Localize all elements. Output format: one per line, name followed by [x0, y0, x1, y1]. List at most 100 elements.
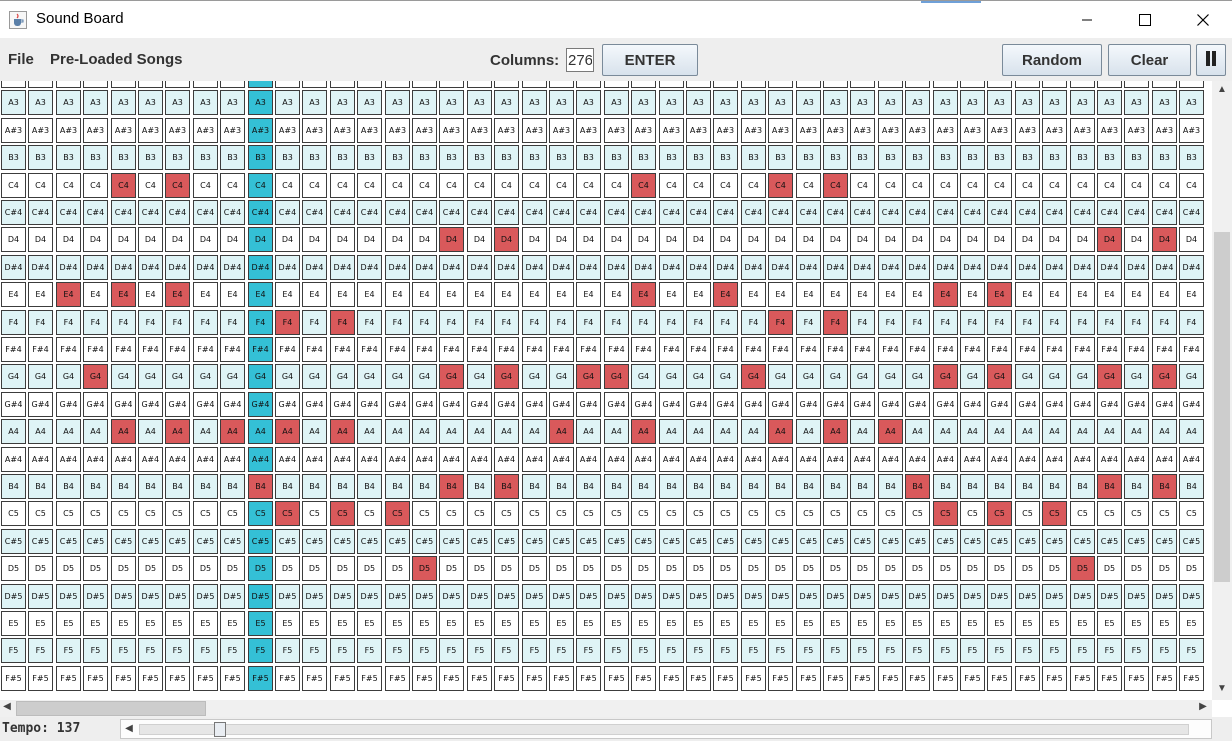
note-cell-asharp3-col-22[interactable]: A#3	[604, 118, 629, 143]
note-cell-asharp4-col-7[interactable]: A#4	[193, 447, 218, 472]
note-cell-dsharp5-col-11[interactable]: D#5	[302, 584, 327, 609]
note-cell-asharp3-col-25[interactable]: A#3	[686, 118, 711, 143]
note-cell-csharp5-col-20[interactable]: C#5	[549, 529, 574, 554]
scroll-down-arrow-icon[interactable]: ▼	[1212, 683, 1232, 694]
note-cell-c5-col-14[interactable]: C5	[385, 501, 410, 526]
note-cell-a3-col-4[interactable]: A3	[111, 90, 136, 115]
note-cell-fsharp5-col-31[interactable]: F#5	[850, 666, 875, 691]
note-cell-csharp4-col-8[interactable]: C#4	[220, 200, 245, 225]
note-cell-d4-col-39[interactable]: D4	[1070, 227, 1095, 252]
note-cell-d4-col-35[interactable]: D4	[960, 227, 985, 252]
note-cell-f5-col-14[interactable]: F5	[385, 638, 410, 663]
note-cell-dsharp5-col-8[interactable]: D#5	[220, 584, 245, 609]
note-cell-f5-col-36[interactable]: F5	[987, 638, 1012, 663]
note-cell-fsharp4-col-5[interactable]: F#4	[138, 337, 163, 362]
note-cell-dsharp4-col-36[interactable]: D#4	[987, 255, 1012, 280]
note-cell-csharp5-col-12[interactable]: C#5	[330, 529, 355, 554]
note-cell-asharp4-col-3[interactable]: A#4	[83, 447, 108, 472]
note-cell-asharp3-col-7[interactable]: A#3	[193, 118, 218, 143]
note-cell-b3-col-25[interactable]: B3	[686, 145, 711, 170]
note-cell-dsharp5-col-23[interactable]: D#5	[631, 584, 656, 609]
note-cell-g4-col-6[interactable]: G4	[165, 364, 190, 389]
note-cell-asharp3-col-4[interactable]: A#3	[111, 118, 136, 143]
note-cell-gsharp4-col-0[interactable]: G#4	[1, 392, 26, 417]
note-cell-b3-col-20[interactable]: B3	[549, 145, 574, 170]
note-cell-f4-col-36[interactable]: F4	[987, 310, 1012, 335]
note-cell-asharp4-col-22[interactable]: A#4	[604, 447, 629, 472]
note-cell-dsharp4-col-3[interactable]: D#4	[83, 255, 108, 280]
note-cell-c4-col-33[interactable]: C4	[905, 173, 930, 198]
note-cell-g4-col-27[interactable]: G4	[741, 364, 766, 389]
note-cell-b3-col-0[interactable]: B3	[1, 145, 26, 170]
note-cell-d5-col-20[interactable]: D5	[549, 556, 574, 581]
note-cell-e5-col-27[interactable]: E5	[741, 611, 766, 636]
note-cell-b4-col-6[interactable]: B4	[165, 474, 190, 499]
note-cell-b4-col-41[interactable]: B4	[1124, 474, 1149, 499]
note-cell-dsharp5-col-38[interactable]: D#5	[1042, 584, 1067, 609]
note-cell-b3-col-2[interactable]: B3	[56, 145, 81, 170]
note-cell-b3-col-26[interactable]: B3	[713, 145, 738, 170]
note-cell-d5-col-14[interactable]: D5	[385, 556, 410, 581]
note-cell-f4-col-31[interactable]: F4	[850, 310, 875, 335]
note-cell-csharp4-col-35[interactable]: C#4	[960, 200, 985, 225]
note-cell-fsharp4-col-10[interactable]: F#4	[275, 337, 300, 362]
note-cell-fsharp5-col-38[interactable]: F#5	[1042, 666, 1067, 691]
note-cell-fsharp4-col-29[interactable]: F#4	[796, 337, 821, 362]
note-cell-c5-col-1[interactable]: C5	[28, 501, 53, 526]
note-cell-dsharp5-col-24[interactable]: D#5	[659, 584, 684, 609]
note-cell-b3-col-15[interactable]: B3	[412, 145, 437, 170]
note-cell-csharp4-col-6[interactable]: C#4	[165, 200, 190, 225]
note-cell-fsharp4-col-42[interactable]: F#4	[1152, 337, 1177, 362]
note-cell-fsharp5-col-13[interactable]: F#5	[357, 666, 382, 691]
note-cell-fsharp5-col-1[interactable]: F#5	[28, 666, 53, 691]
note-cell-gsharp3-col-19[interactable]: G#3	[522, 81, 547, 88]
note-cell-dsharp5-col-12[interactable]: D#5	[330, 584, 355, 609]
note-cell-csharp4-col-17[interactable]: C#4	[467, 200, 492, 225]
note-cell-asharp4-col-20[interactable]: A#4	[549, 447, 574, 472]
note-cell-c4-col-30[interactable]: C4	[823, 173, 848, 198]
note-cell-gsharp3-col-22[interactable]: G#3	[604, 81, 629, 88]
note-cell-fsharp5-col-8[interactable]: F#5	[220, 666, 245, 691]
note-cell-fsharp5-col-21[interactable]: F#5	[576, 666, 601, 691]
note-cell-asharp4-col-1[interactable]: A#4	[28, 447, 53, 472]
note-cell-a3-col-16[interactable]: A3	[439, 90, 464, 115]
note-cell-gsharp3-col-29[interactable]: G#3	[796, 81, 821, 88]
note-cell-f5-col-26[interactable]: F5	[713, 638, 738, 663]
note-cell-b3-col-4[interactable]: B3	[111, 145, 136, 170]
note-cell-c5-col-17[interactable]: C5	[467, 501, 492, 526]
note-cell-d4-col-9[interactable]: D4	[248, 227, 273, 252]
note-cell-fsharp4-col-26[interactable]: F#4	[713, 337, 738, 362]
note-cell-asharp3-col-10[interactable]: A#3	[275, 118, 300, 143]
note-cell-gsharp4-col-35[interactable]: G#4	[960, 392, 985, 417]
note-cell-asharp3-col-30[interactable]: A#3	[823, 118, 848, 143]
note-cell-a3-col-11[interactable]: A3	[302, 90, 327, 115]
note-cell-b4-col-24[interactable]: B4	[659, 474, 684, 499]
note-cell-f5-col-32[interactable]: F5	[878, 638, 903, 663]
note-cell-asharp4-col-8[interactable]: A#4	[220, 447, 245, 472]
note-cell-csharp4-col-42[interactable]: C#4	[1152, 200, 1177, 225]
note-cell-a4-col-22[interactable]: A4	[604, 419, 629, 444]
note-cell-csharp4-col-38[interactable]: C#4	[1042, 200, 1067, 225]
note-cell-b4-col-36[interactable]: B4	[987, 474, 1012, 499]
note-cell-a4-col-9[interactable]: A4	[248, 419, 273, 444]
note-cell-c4-col-25[interactable]: C4	[686, 173, 711, 198]
note-cell-c5-col-24[interactable]: C5	[659, 501, 684, 526]
note-cell-csharp5-col-0[interactable]: C#5	[1, 529, 26, 554]
note-cell-f5-col-4[interactable]: F5	[111, 638, 136, 663]
note-cell-dsharp4-col-7[interactable]: D#4	[193, 255, 218, 280]
note-cell-f4-col-42[interactable]: F4	[1152, 310, 1177, 335]
note-cell-g4-col-18[interactable]: G4	[494, 364, 519, 389]
note-cell-asharp4-col-26[interactable]: A#4	[713, 447, 738, 472]
note-cell-asharp4-col-36[interactable]: A#4	[987, 447, 1012, 472]
note-cell-fsharp4-col-12[interactable]: F#4	[330, 337, 355, 362]
note-cell-asharp4-col-24[interactable]: A#4	[659, 447, 684, 472]
note-cell-gsharp3-col-13[interactable]: G#3	[357, 81, 382, 88]
note-cell-dsharp4-col-18[interactable]: D#4	[494, 255, 519, 280]
note-cell-c4-col-34[interactable]: C4	[933, 173, 958, 198]
note-cell-c5-col-28[interactable]: C5	[768, 501, 793, 526]
note-cell-dsharp5-col-3[interactable]: D#5	[83, 584, 108, 609]
note-cell-csharp4-col-24[interactable]: C#4	[659, 200, 684, 225]
note-cell-csharp5-col-31[interactable]: C#5	[850, 529, 875, 554]
note-cell-dsharp4-col-10[interactable]: D#4	[275, 255, 300, 280]
note-cell-asharp4-col-15[interactable]: A#4	[412, 447, 437, 472]
